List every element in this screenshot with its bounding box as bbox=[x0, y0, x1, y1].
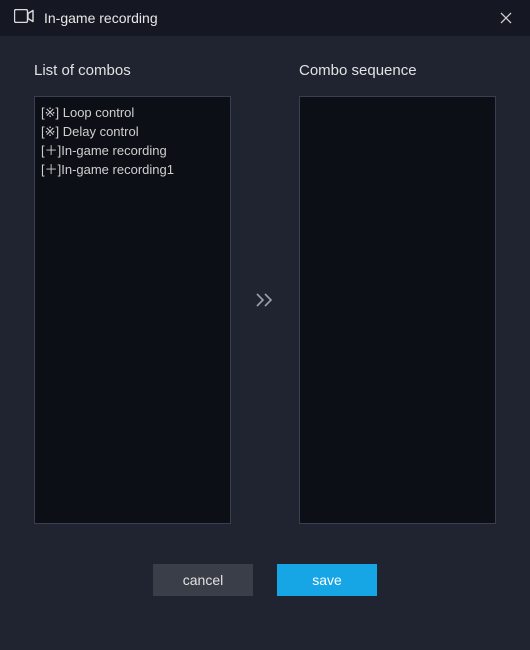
combos-listbox[interactable]: [※] Loop control[※] Delay control[＋]In-g… bbox=[34, 96, 231, 524]
footer: cancel save bbox=[34, 564, 496, 596]
combo-sequence-label: Combo sequence bbox=[299, 62, 496, 82]
columns: List of combos [※] Loop control[※] Delay… bbox=[34, 62, 496, 524]
titlebar: In-game recording bbox=[0, 0, 530, 36]
cancel-button[interactable]: cancel bbox=[153, 564, 253, 596]
combo-item[interactable]: [※] Delay control bbox=[41, 122, 224, 141]
camera-icon bbox=[14, 9, 34, 28]
window-title: In-game recording bbox=[44, 10, 158, 26]
combo-item[interactable]: [※] Loop control bbox=[41, 103, 224, 122]
titlebar-left: In-game recording bbox=[14, 9, 158, 28]
combo-item[interactable]: [＋]In-game recording bbox=[41, 141, 224, 160]
save-button[interactable]: save bbox=[277, 564, 377, 596]
transfer-column bbox=[231, 62, 299, 524]
sequence-column: Combo sequence bbox=[299, 62, 496, 524]
combo-item[interactable]: [＋]In-game recording1 bbox=[41, 160, 224, 179]
content: List of combos [※] Loop control[※] Delay… bbox=[0, 36, 530, 596]
combos-column: List of combos [※] Loop control[※] Delay… bbox=[34, 62, 231, 524]
close-button[interactable] bbox=[496, 8, 516, 28]
sequence-listbox[interactable] bbox=[299, 96, 496, 524]
transfer-button[interactable] bbox=[255, 292, 275, 308]
list-of-combos-label: List of combos bbox=[34, 62, 231, 82]
